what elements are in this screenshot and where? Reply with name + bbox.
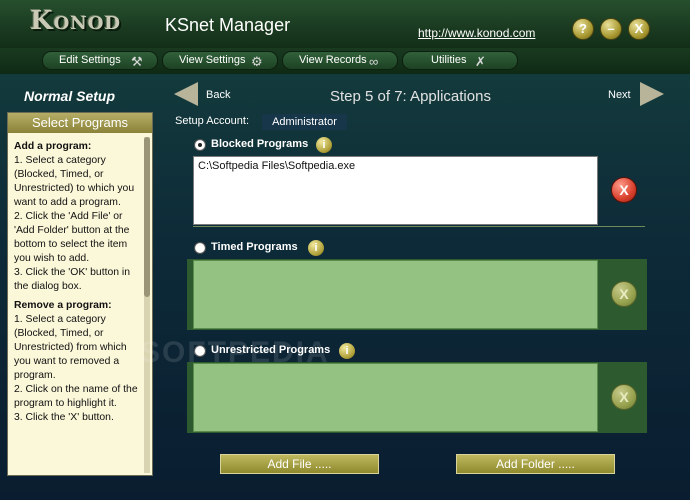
help-scrollbar-thumb[interactable]: [144, 137, 150, 297]
help-button[interactable]: ?: [572, 18, 594, 40]
step-title: Step 5 of 7: Applications: [330, 88, 491, 105]
unrestricted-info-icon[interactable]: i: [339, 343, 355, 359]
blocked-label: Blocked Programs: [211, 138, 309, 150]
add-file-button[interactable]: Add File .....: [220, 454, 379, 474]
minimize-button[interactable]: –: [600, 18, 622, 40]
blocked-radio[interactable]: [194, 139, 206, 151]
konod-logo: Konod: [30, 6, 122, 36]
setup-account-value: Administrator: [262, 114, 347, 130]
add-step-1: 1. Select a category (Blocked, Timed, or…: [14, 155, 135, 208]
website-link[interactable]: http://www.konod.com: [418, 26, 535, 40]
list-item[interactable]: C:\Softpedia Files\Softpedia.exe: [194, 157, 597, 175]
setup-account-label: Setup Account:: [175, 115, 249, 127]
menu-bar: Edit Settings ⚒ View Settings ⚙ View Rec…: [0, 48, 690, 74]
back-arrow-icon[interactable]: [174, 82, 198, 106]
menu-view-records-label: View Records: [299, 54, 367, 66]
close-button[interactable]: X: [628, 18, 650, 40]
add-title: Add a program:: [14, 141, 92, 152]
remove-blocked-button[interactable]: X: [611, 177, 637, 203]
gear-icon: ⚙: [251, 54, 263, 69]
remove-step-2: 2. Click on the name of the program to h…: [14, 384, 138, 409]
help-panel: Select Programs Add a program: 1. Select…: [7, 112, 153, 476]
remove-unrestricted-button[interactable]: X: [611, 384, 637, 410]
blocked-info-icon[interactable]: i: [316, 137, 332, 153]
menu-utilities-label: Utilities: [431, 54, 467, 66]
timed-radio[interactable]: [194, 242, 206, 254]
app-title: KSnet Manager: [165, 15, 291, 35]
add-step-2: 2. Click the 'Add File' or 'Add Folder' …: [14, 211, 130, 264]
menu-view-settings[interactable]: View Settings ⚙: [162, 51, 278, 70]
binoculars-icon: ∞: [369, 54, 379, 69]
wrench-screwdriver-icon: ✗: [475, 54, 486, 69]
timed-list[interactable]: [193, 260, 598, 329]
remove-timed-button[interactable]: X: [611, 281, 637, 307]
help-panel-header: Select Programs: [8, 113, 152, 133]
menu-view-settings-label: View Settings: [179, 54, 246, 66]
unrestricted-list[interactable]: [193, 363, 598, 432]
menu-edit-settings-label: Edit Settings: [59, 54, 121, 66]
add-folder-button[interactable]: Add Folder .....: [456, 454, 615, 474]
timed-label: Timed Programs: [211, 241, 298, 253]
next-arrow-icon[interactable]: [640, 82, 664, 106]
remove-step-3: 3. Click the 'X' button.: [14, 412, 114, 423]
next-button[interactable]: Next: [608, 89, 631, 101]
help-scrollbar[interactable]: [144, 137, 150, 473]
add-step-3: 3. Click the 'OK' button in the dialog b…: [14, 267, 131, 292]
menu-view-records[interactable]: View Records ∞: [282, 51, 398, 70]
softpedia-watermark: SOFTPEDIA: [140, 336, 330, 369]
remove-title: Remove a program:: [14, 300, 112, 311]
back-button[interactable]: Back: [206, 89, 230, 101]
help-text: Add a program: 1. Select a category (Blo…: [14, 140, 138, 425]
timed-info-icon[interactable]: i: [308, 240, 324, 256]
main-area: Normal Setup Select Programs Add a progr…: [0, 74, 690, 500]
tools-icon: ⚒: [131, 54, 143, 69]
menu-edit-settings[interactable]: Edit Settings ⚒: [42, 51, 158, 70]
title-bar: Konod KSnet Manager http://www.konod.com…: [0, 0, 690, 48]
blocked-divider: [193, 226, 645, 227]
blocked-list[interactable]: C:\Softpedia Files\Softpedia.exe: [193, 156, 598, 225]
setup-mode-title: Normal Setup: [24, 88, 116, 104]
menu-utilities[interactable]: Utilities ✗: [402, 51, 518, 70]
remove-step-1: 1. Select a category (Blocked, Timed, or…: [14, 314, 127, 381]
